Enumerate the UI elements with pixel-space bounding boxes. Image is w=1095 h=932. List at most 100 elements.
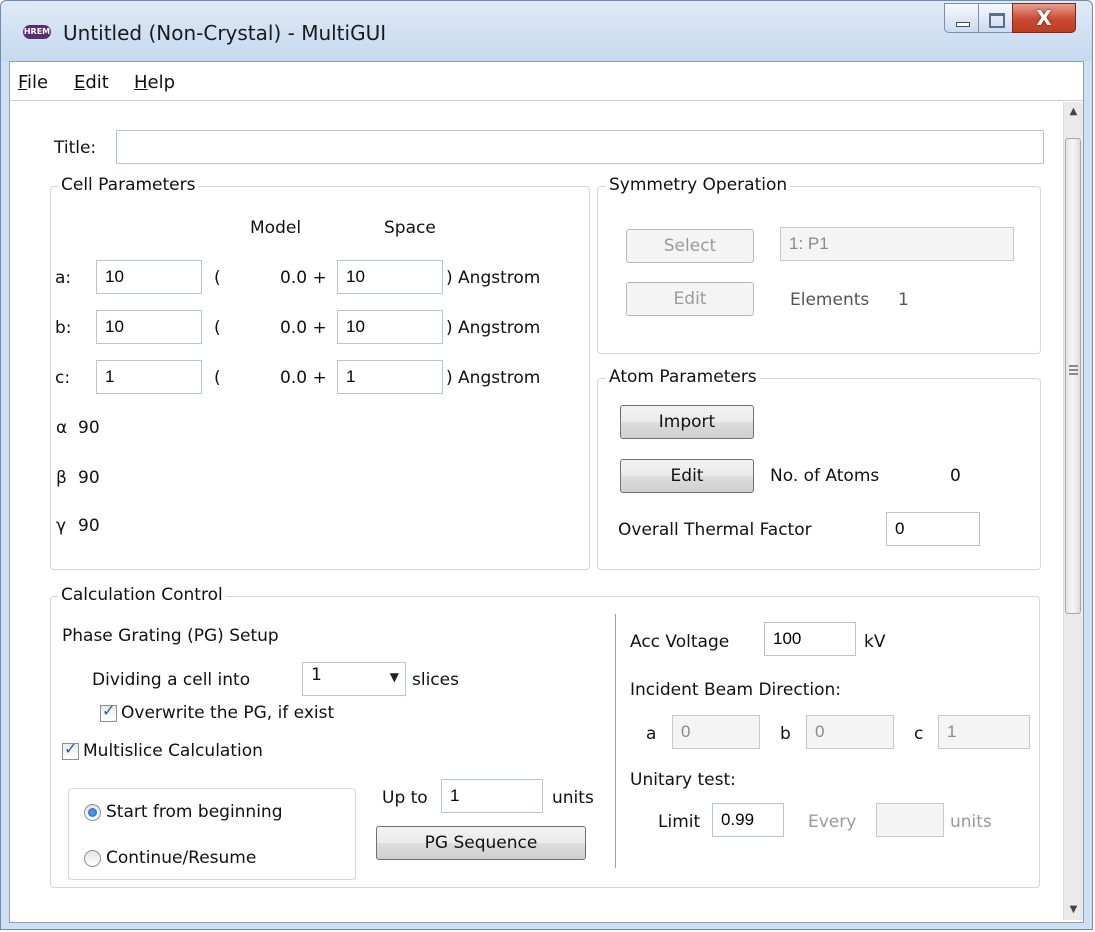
continue-radio[interactable] <box>84 850 101 867</box>
scroll-up-icon[interactable]: ▲ <box>1064 102 1083 122</box>
overwrite-label: Overwrite the PG, if exist <box>121 703 335 723</box>
form-content: Title: Cell Parameters Model Space a: ( … <box>10 102 1066 920</box>
beam-a-input[interactable] <box>672 715 760 749</box>
start-label: Start from beginning <box>106 802 283 822</box>
menu-help[interactable]: Help <box>134 72 175 93</box>
gamma-label: γ <box>56 516 67 536</box>
every-input[interactable] <box>876 803 944 837</box>
cell-c-space-input[interactable] <box>337 360 443 394</box>
thermal-factor-label: Overall Thermal Factor <box>618 520 812 540</box>
import-button[interactable]: Import <box>620 405 754 439</box>
start-radio[interactable] <box>84 804 101 821</box>
cell-b-label: b: <box>55 318 72 338</box>
check-icon: ✓ <box>64 739 78 758</box>
beam-c-label: c <box>914 724 924 744</box>
cell-c-open-paren: ( <box>214 368 221 388</box>
spacegroup-field <box>780 227 1014 261</box>
cell-a-input[interactable] <box>96 260 202 294</box>
cell-c-input[interactable] <box>96 360 202 394</box>
cell-a-open-paren: ( <box>214 268 221 288</box>
thermal-factor-input[interactable] <box>886 512 980 546</box>
upto-units-label: units <box>552 788 594 808</box>
minimize-button[interactable] <box>944 3 978 33</box>
dividing-label: Dividing a cell into <box>92 670 251 690</box>
slices-select[interactable]: 1 ▼ <box>302 662 406 696</box>
cell-b-open-paren: ( <box>214 318 221 338</box>
cell-a-space-input[interactable] <box>337 260 443 294</box>
atoms-edit-button[interactable]: Edit <box>620 459 754 493</box>
grip-icon <box>1069 365 1078 375</box>
chevron-down-icon: ▼ <box>389 670 399 684</box>
beam-a-label: a <box>646 724 657 744</box>
cell-c-unit: ) Angstrom <box>446 368 541 388</box>
menu-help-mnemonic: H <box>134 72 148 93</box>
cell-b-unit: ) Angstrom <box>446 318 541 338</box>
acc-voltage-unit: kV <box>864 632 886 652</box>
window-controls: X <box>944 3 1076 35</box>
elements-label: Elements <box>790 290 870 310</box>
maximize-button[interactable] <box>978 3 1012 33</box>
cell-parameters-title: Cell Parameters <box>58 175 199 195</box>
title-bar[interactable]: HREM Untitled (Non-Crystal) - MultiGUI X <box>1 1 1092 61</box>
atom-count-value: 0 <box>950 466 961 486</box>
model-column-header: Model <box>250 218 302 238</box>
vertical-scrollbar[interactable]: ▲ ▼ <box>1063 102 1083 920</box>
app-window: HREM Untitled (Non-Crystal) - MultiGUI X… <box>0 0 1093 930</box>
beam-b-label: b <box>780 724 791 744</box>
cell-c-label: c: <box>55 368 71 388</box>
cell-c-model: 0.0 + <box>280 368 327 388</box>
title-input[interactable] <box>116 130 1044 164</box>
multislice-checkbox[interactable]: ✓ <box>62 739 79 760</box>
menu-edit[interactable]: Edit <box>74 72 109 93</box>
cell-a-unit: ) Angstrom <box>446 268 541 288</box>
atom-count-label: No. of Atoms <box>770 466 880 486</box>
menu-file[interactable]: File <box>18 72 48 93</box>
acc-voltage-label: Acc Voltage <box>630 632 730 652</box>
upto-label: Up to <box>382 788 428 808</box>
beam-c-input[interactable] <box>938 715 1030 749</box>
overwrite-checkbox[interactable]: ✓ <box>100 701 117 722</box>
cell-b-input[interactable] <box>96 310 202 344</box>
window-title: Untitled (Non-Crystal) - MultiGUI <box>63 21 387 45</box>
scroll-thumb[interactable] <box>1065 138 1081 614</box>
beam-b-input[interactable] <box>806 715 894 749</box>
cell-b-space-input[interactable] <box>337 310 443 344</box>
continue-label: Continue/Resume <box>106 848 257 868</box>
menu-help-rest: elp <box>147 72 176 93</box>
pg-setup-label: Phase Grating (PG) Setup <box>62 626 279 646</box>
close-button[interactable]: X <box>1012 3 1076 33</box>
app-icon: HREM <box>23 25 51 39</box>
limit-label: Limit <box>658 812 701 832</box>
maximize-icon <box>989 13 1005 28</box>
cell-a-label: a: <box>55 268 72 288</box>
client-area: File Edit Help Title: Cell Parameters Mo… <box>9 61 1084 923</box>
every-units-label: units <box>950 812 992 832</box>
menu-bar: File Edit Help <box>10 62 1083 101</box>
every-label: Every <box>808 812 857 832</box>
alpha-label: α <box>56 418 68 438</box>
scroll-down-icon[interactable]: ▼ <box>1064 900 1083 920</box>
symmetry-group <box>597 186 1041 354</box>
elements-value: 1 <box>898 290 909 310</box>
symmetry-select-button[interactable]: Select <box>626 229 754 263</box>
symmetry-edit-button[interactable]: Edit <box>626 282 754 316</box>
space-column-header: Space <box>384 218 436 238</box>
cell-b-model: 0.0 + <box>280 318 327 338</box>
symmetry-title: Symmetry Operation <box>606 175 791 195</box>
multislice-label: Multislice Calculation <box>83 741 263 761</box>
check-icon: ✓ <box>102 701 116 720</box>
limit-input[interactable] <box>712 803 784 837</box>
menu-file-mnemonic: F <box>18 72 28 93</box>
upto-input[interactable] <box>441 779 543 813</box>
slices-label: slices <box>412 670 459 690</box>
title-label: Title: <box>54 138 97 158</box>
menu-edit-rest: dit <box>85 72 109 93</box>
unitary-test-label: Unitary test: <box>630 770 736 790</box>
beta-label: β <box>56 468 67 488</box>
pg-sequence-button[interactable]: PG Sequence <box>376 826 586 860</box>
beam-direction-label: Incident Beam Direction: <box>630 680 841 700</box>
menu-edit-mnemonic: E <box>74 72 86 93</box>
beta-value: 90 <box>78 468 100 488</box>
acc-voltage-input[interactable] <box>764 622 856 656</box>
alpha-value: 90 <box>78 418 100 438</box>
